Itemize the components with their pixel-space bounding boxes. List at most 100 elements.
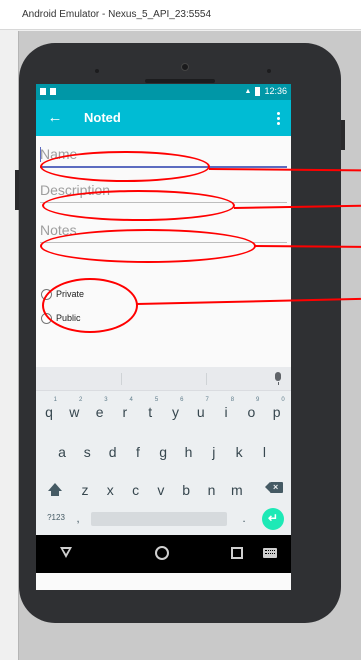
key-r[interactable]: r4 bbox=[114, 397, 136, 427]
key-label: b bbox=[182, 482, 191, 498]
key-f[interactable]: f bbox=[127, 437, 149, 467]
text-caret bbox=[40, 147, 41, 162]
window-title: Android Emulator - Nexus_5_API_23:5554 bbox=[22, 9, 212, 20]
key-hint: 7 bbox=[205, 397, 209, 403]
key-hint: 3 bbox=[104, 397, 108, 403]
key-label: y bbox=[172, 404, 179, 420]
key-label: m bbox=[230, 482, 243, 498]
symbols-key[interactable]: ?123 bbox=[42, 507, 70, 529]
key-t[interactable]: t5 bbox=[139, 397, 161, 427]
key-z[interactable]: z bbox=[74, 475, 96, 505]
soft-keyboard: q1w2e3r4t5y6u7i8o9p0asdfghjklzxcvbnm × ?… bbox=[36, 367, 291, 535]
backspace-key-icon[interactable]: × bbox=[265, 480, 283, 496]
key-i[interactable]: i8 bbox=[215, 397, 237, 427]
space-key[interactable] bbox=[91, 512, 227, 526]
enter-key[interactable]: ↵ bbox=[262, 508, 284, 530]
nav-back-icon[interactable] bbox=[60, 547, 72, 558]
microphone-icon[interactable] bbox=[273, 371, 283, 387]
back-arrow-icon[interactable]: ← bbox=[44, 106, 66, 130]
key-label: x bbox=[106, 482, 114, 498]
key-s[interactable]: s bbox=[76, 437, 98, 467]
status-time: 12:36 bbox=[264, 86, 287, 96]
volume-button[interactable] bbox=[15, 170, 19, 210]
key-label: v bbox=[157, 482, 165, 498]
key-label: f bbox=[135, 444, 140, 460]
navigation-bar bbox=[36, 535, 291, 573]
key-label: a bbox=[58, 444, 66, 460]
period-key[interactable]: . bbox=[236, 507, 252, 529]
annotation-ellipse-description bbox=[42, 190, 235, 221]
key-hint: 8 bbox=[230, 397, 235, 403]
nav-home-icon[interactable] bbox=[155, 546, 169, 560]
comma-key[interactable]: , bbox=[70, 507, 86, 529]
key-q[interactable]: q1 bbox=[38, 397, 60, 427]
notification-icon bbox=[40, 88, 46, 95]
front-camera bbox=[181, 63, 189, 71]
annotation-ellipse-name bbox=[40, 151, 210, 182]
key-u[interactable]: u7 bbox=[190, 397, 212, 427]
nav-keyboard-icon[interactable] bbox=[263, 548, 277, 558]
overflow-menu-icon[interactable] bbox=[271, 106, 285, 130]
key-hint: 2 bbox=[78, 397, 83, 403]
key-c[interactable]: c bbox=[125, 475, 147, 505]
key-n[interactable]: n bbox=[201, 475, 223, 505]
key-k[interactable]: k bbox=[228, 437, 250, 467]
key-label: h bbox=[184, 444, 193, 460]
key-g[interactable]: g bbox=[152, 437, 174, 467]
key-label: u bbox=[196, 404, 205, 420]
key-h[interactable]: h bbox=[178, 437, 200, 467]
key-label: n bbox=[207, 482, 216, 498]
key-label: z bbox=[81, 482, 89, 498]
enter-arrow-icon: ↵ bbox=[267, 511, 279, 525]
earpiece-speaker bbox=[145, 79, 215, 83]
shift-key-icon[interactable] bbox=[43, 477, 67, 503]
key-hint: 4 bbox=[129, 397, 133, 403]
key-label: c bbox=[132, 482, 140, 498]
key-v[interactable]: v bbox=[150, 475, 172, 505]
key-w[interactable]: w2 bbox=[63, 397, 85, 427]
key-hint: 5 bbox=[154, 397, 159, 403]
key-l[interactable]: l bbox=[253, 437, 275, 467]
key-label: p bbox=[272, 404, 281, 420]
key-label: k bbox=[235, 444, 243, 460]
power-button[interactable] bbox=[341, 120, 345, 150]
app-bar: ← Noted bbox=[36, 100, 291, 136]
key-hint: 6 bbox=[180, 397, 184, 403]
annotation-ellipse-notes bbox=[40, 229, 256, 263]
key-b[interactable]: b bbox=[175, 475, 197, 505]
key-m[interactable]: m bbox=[226, 475, 248, 505]
key-label: q bbox=[45, 404, 53, 420]
key-o[interactable]: o9 bbox=[240, 397, 262, 427]
key-hint: 0 bbox=[281, 397, 285, 403]
key-label: t bbox=[148, 404, 153, 420]
key-label: s bbox=[83, 444, 91, 460]
key-y[interactable]: y6 bbox=[165, 397, 187, 427]
key-label: e bbox=[95, 404, 104, 420]
key-label: g bbox=[159, 444, 168, 460]
key-d[interactable]: d bbox=[102, 437, 124, 467]
key-label: d bbox=[108, 444, 117, 460]
notification-icon bbox=[50, 88, 56, 95]
signal-icon: ▲ bbox=[244, 87, 252, 95]
annotation-ellipse-radios bbox=[42, 278, 138, 333]
key-a[interactable]: a bbox=[51, 437, 73, 467]
key-label: o bbox=[247, 404, 256, 420]
key-label: l bbox=[262, 444, 266, 460]
key-hint: 1 bbox=[53, 397, 57, 403]
window-titlebar[interactable]: Android Emulator - Nexus_5_API_23:5554 bbox=[0, 0, 361, 30]
key-label: i bbox=[224, 404, 228, 420]
key-label: j bbox=[212, 444, 216, 460]
battery-icon bbox=[255, 86, 261, 96]
nav-recents-icon[interactable] bbox=[231, 547, 243, 559]
key-j[interactable]: j bbox=[203, 437, 225, 467]
key-hint: 9 bbox=[256, 397, 260, 403]
key-label: w bbox=[69, 404, 80, 420]
sensor-dot bbox=[95, 69, 99, 73]
emulator-window: Android Emulator - Nexus_5_API_23:5554 ▲… bbox=[0, 0, 361, 660]
key-e[interactable]: e3 bbox=[89, 397, 111, 427]
status-bar: ▲ 12:36 bbox=[36, 84, 291, 100]
key-p[interactable]: p0 bbox=[266, 397, 288, 427]
suggestion-strip bbox=[36, 367, 291, 391]
app-title: Noted bbox=[84, 110, 121, 125]
key-x[interactable]: x bbox=[99, 475, 121, 505]
